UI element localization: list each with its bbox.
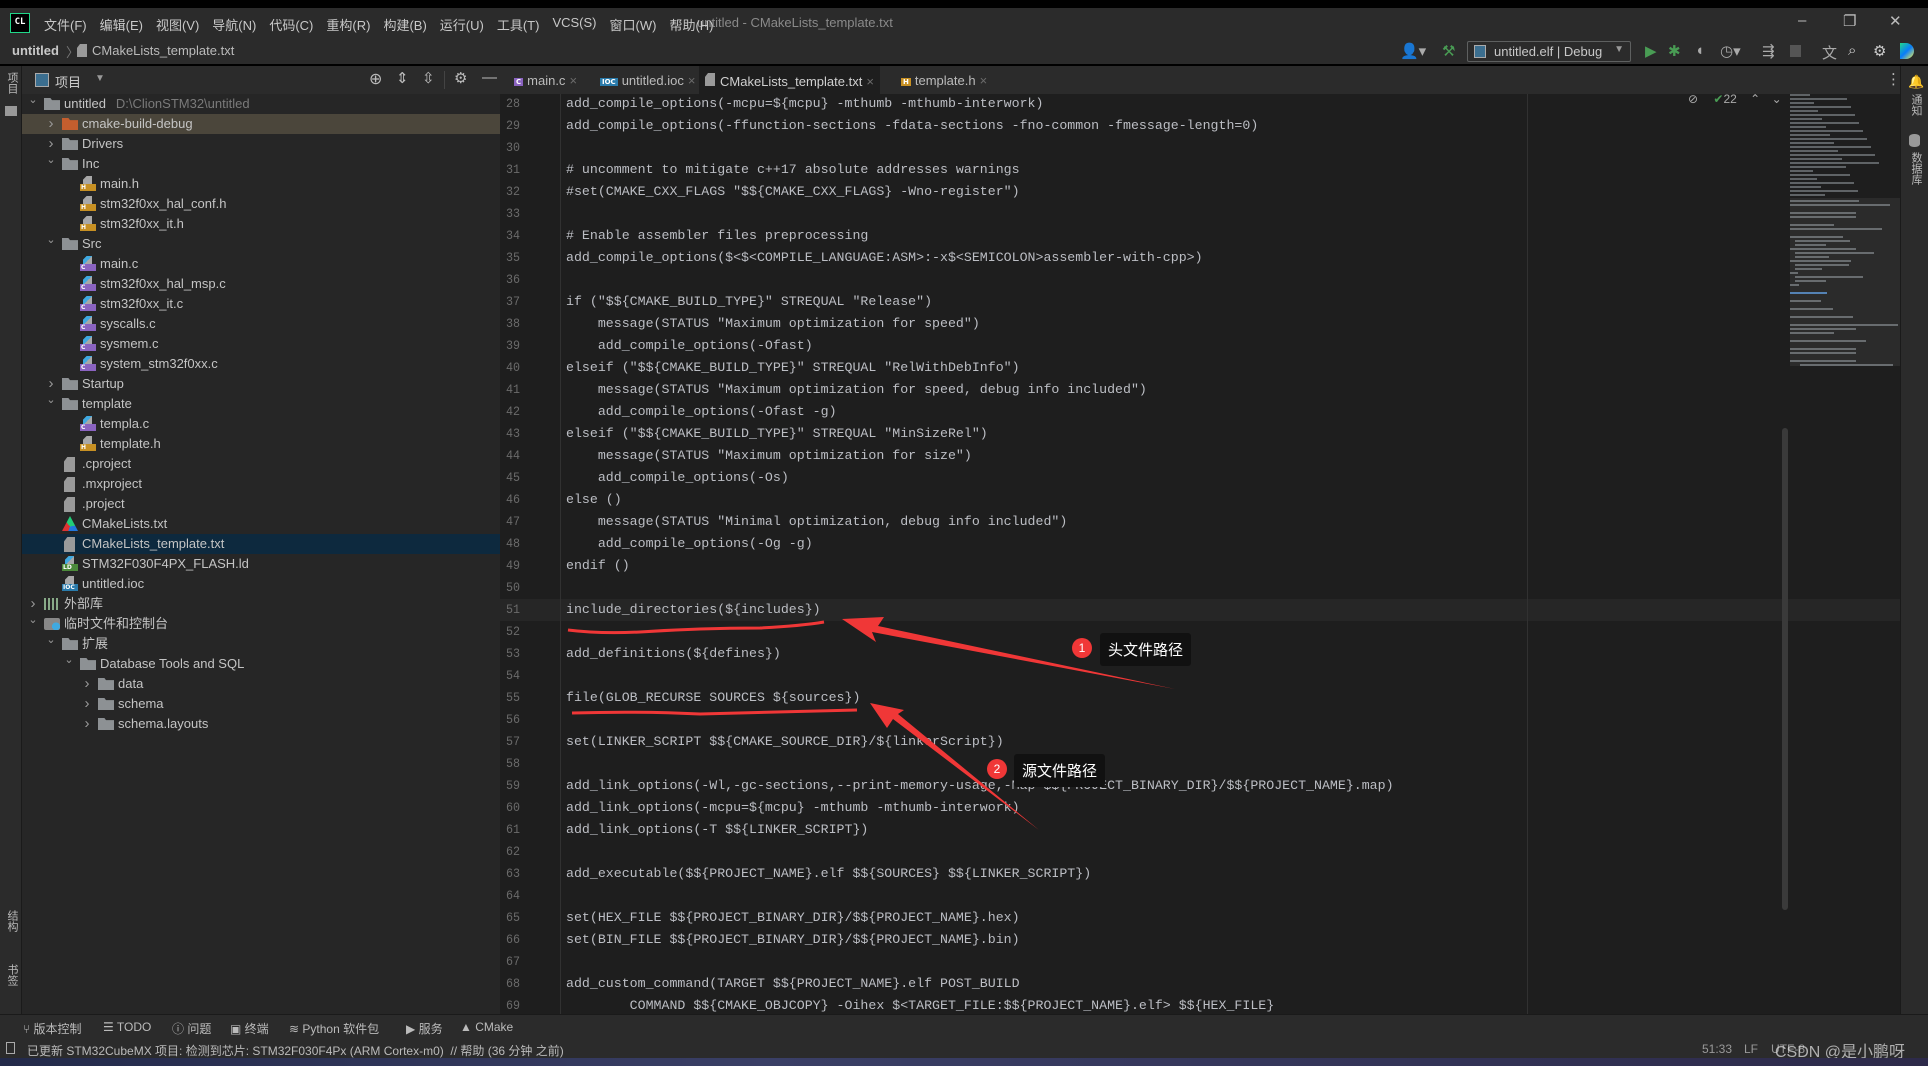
tool-python-packages[interactable]: ≋ Python 软件包 <box>289 1020 379 1037</box>
tool-services[interactable]: ▶ 服务 <box>406 1020 443 1037</box>
bell-icon[interactable]: 🔔 <box>1908 74 1924 90</box>
status-message[interactable]: 已更新 STM32CubeMX 项目: 检测到芯片: STM32F030F4Px… <box>27 1042 564 1059</box>
tool-label: 问题 <box>187 1022 212 1036</box>
python-packages-icon: ≋ <box>289 1022 303 1036</box>
tool-problems[interactable]: ⓘ 问题 <box>172 1020 211 1037</box>
problems-icon: ⓘ <box>172 1022 188 1036</box>
annotation-overlay <box>567 617 1175 830</box>
right-tool-strip: 🔔 通知 数据库 <box>1900 66 1928 1041</box>
tool-label: 终端 <box>244 1022 269 1036</box>
tool-label: Python 软件包 <box>302 1022 380 1036</box>
tool-label: TODO <box>116 1020 152 1034</box>
annotation-number-2: 2 <box>987 759 1007 779</box>
terminal-icon: ▣ <box>230 1022 245 1036</box>
status-icon <box>6 1042 15 1054</box>
cmake-icon: ▲ <box>460 1020 476 1034</box>
tool-label: 版本控制 <box>33 1022 82 1036</box>
tool-label: 服务 <box>418 1022 443 1036</box>
services-icon: ▶ <box>406 1022 419 1036</box>
tool-todo[interactable]: ☰ TODO <box>103 1020 151 1034</box>
status-bar: 已更新 STM32CubeMX 项目: 检测到芯片: STM32F030F4Px… <box>0 1040 1928 1061</box>
database-icon <box>1909 134 1920 147</box>
version-control-icon: ⑂ <box>23 1022 34 1036</box>
desktop-taskbar <box>0 1058 1928 1066</box>
underline-sources <box>571 708 858 716</box>
database-tool-button[interactable]: 数据库 <box>1908 152 1924 185</box>
annotation-number-1: 1 <box>1072 638 1092 658</box>
line-separator[interactable]: LF <box>1744 1042 1758 1056</box>
caret-position[interactable]: 51:33 <box>1702 1042 1732 1056</box>
tool-terminal[interactable]: ▣ 终端 <box>230 1020 269 1037</box>
notifications-tool-button[interactable]: 通知 <box>1908 94 1924 116</box>
underline-includes <box>567 620 825 635</box>
tool-label: CMake <box>475 1020 514 1034</box>
annotation-label-1: 头文件路径 <box>1100 633 1192 666</box>
tool-cmake[interactable]: ▲ CMake <box>460 1020 513 1034</box>
tool-version-control[interactable]: ⑂ 版本控制 <box>23 1020 82 1037</box>
bottom-tool-bar: ⑂ 版本控制 ☰ TODO ⓘ 问题 ▣ 终端 ≋ Python 软件包 ▶ 服务 ▲ CM… <box>0 1014 1928 1040</box>
todo-icon: ☰ <box>103 1020 117 1034</box>
annotation-label-2: 源文件路径 <box>1014 754 1106 787</box>
